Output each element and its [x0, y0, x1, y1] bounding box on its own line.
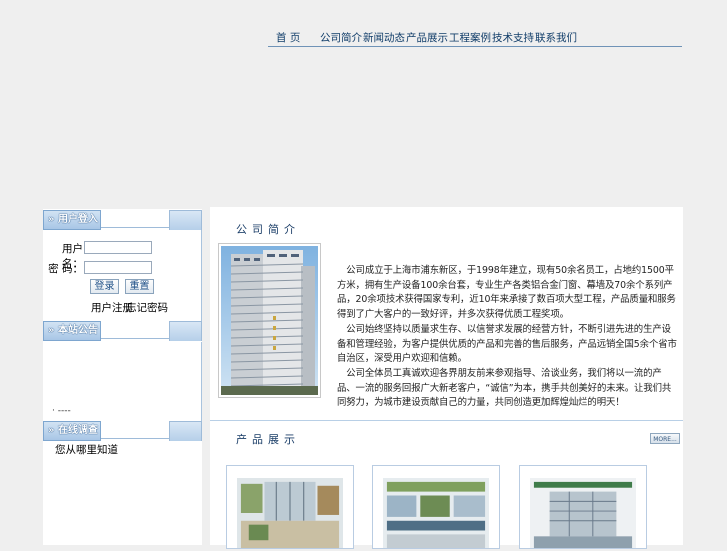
notice-item[interactable]: · ---- [52, 406, 71, 416]
nav-news[interactable]: 新闻动态 [363, 28, 405, 45]
username-input[interactable] [84, 241, 152, 254]
product-thumbnail[interactable] [372, 465, 500, 549]
nav-support[interactable]: 技术支持 [492, 28, 534, 45]
survey-heading: » 在线调查 [43, 421, 101, 441]
product-thumbnail[interactable] [519, 465, 647, 549]
section-divider [210, 420, 683, 421]
sidebar-divider [201, 342, 202, 422]
intro-title: 公司简介 [236, 223, 300, 236]
intro-paragraph: 公司成立于上海市浦东新区，于1998年建立，现有50余名员工，占地约1500平方… [337, 265, 676, 321]
header-corner [169, 321, 202, 341]
notice-heading: » 本站公告 [43, 321, 101, 341]
notice-header: » 本站公告 [43, 321, 202, 341]
product-image [530, 478, 636, 548]
left-sidebar: » 用户登入 用户名： 密 码： 登录 重置 用户注册 忘记密码 » 本站公告 … [43, 209, 202, 545]
nav-home[interactable]: 首 页 [276, 28, 306, 45]
password-label: 密 码： [48, 263, 83, 275]
nav-products[interactable]: 产品展示 [406, 28, 448, 45]
header-corner [169, 421, 202, 441]
intro-paragraph: 公司全体员工真诚欢迎各界朋友前来参观指导、洽谈业务，我们将以一流的产品、一流的服… [337, 367, 672, 409]
nav-about[interactable]: 公司简介 [320, 28, 362, 45]
intro-text: 公司成立于上海市浦东新区，于1998年建立，现有50余名员工，占地约1500平方… [337, 264, 677, 411]
forgot-password-link[interactable]: 忘记密码 [126, 300, 168, 315]
header-rule [101, 338, 169, 339]
product-thumbnail[interactable] [226, 465, 354, 549]
header-rule [101, 227, 169, 228]
nav-contact[interactable]: 联系我们 [535, 28, 577, 45]
intro-paragraph: 公司始终坚持以质量求生存、以信誉求发展的经营方针，不断引进先进的生产设备和管理经… [337, 323, 677, 365]
sidebar-divider [201, 229, 202, 321]
nav-cases[interactable]: 工程案例 [449, 28, 491, 45]
more-button[interactable]: MORE... [650, 433, 680, 444]
building-photo [218, 243, 321, 398]
survey-question: 您从哪里知道 [55, 444, 118, 456]
header-corner [169, 210, 202, 230]
products-title: 产品展示 [236, 433, 300, 446]
product-image [237, 478, 343, 548]
main-content: 公司简介 公司成立于上海市浦东新区，于1998年建立，现有50余名员工，占地约1… [210, 207, 683, 549]
login-header: » 用户登入 [43, 210, 202, 230]
top-nav: 首 页 公司简介 新闻动态 产品展示 工程案例 技术支持 联系我们 [268, 28, 682, 47]
building-image [221, 246, 318, 395]
survey-header: » 在线调查 [43, 421, 202, 441]
header-rule [101, 438, 169, 439]
reset-button[interactable]: 重置 [125, 279, 154, 294]
login-button[interactable]: 登录 [90, 279, 119, 294]
login-heading: » 用户登入 [43, 210, 101, 230]
password-input[interactable] [84, 261, 152, 274]
product-image [383, 478, 489, 548]
